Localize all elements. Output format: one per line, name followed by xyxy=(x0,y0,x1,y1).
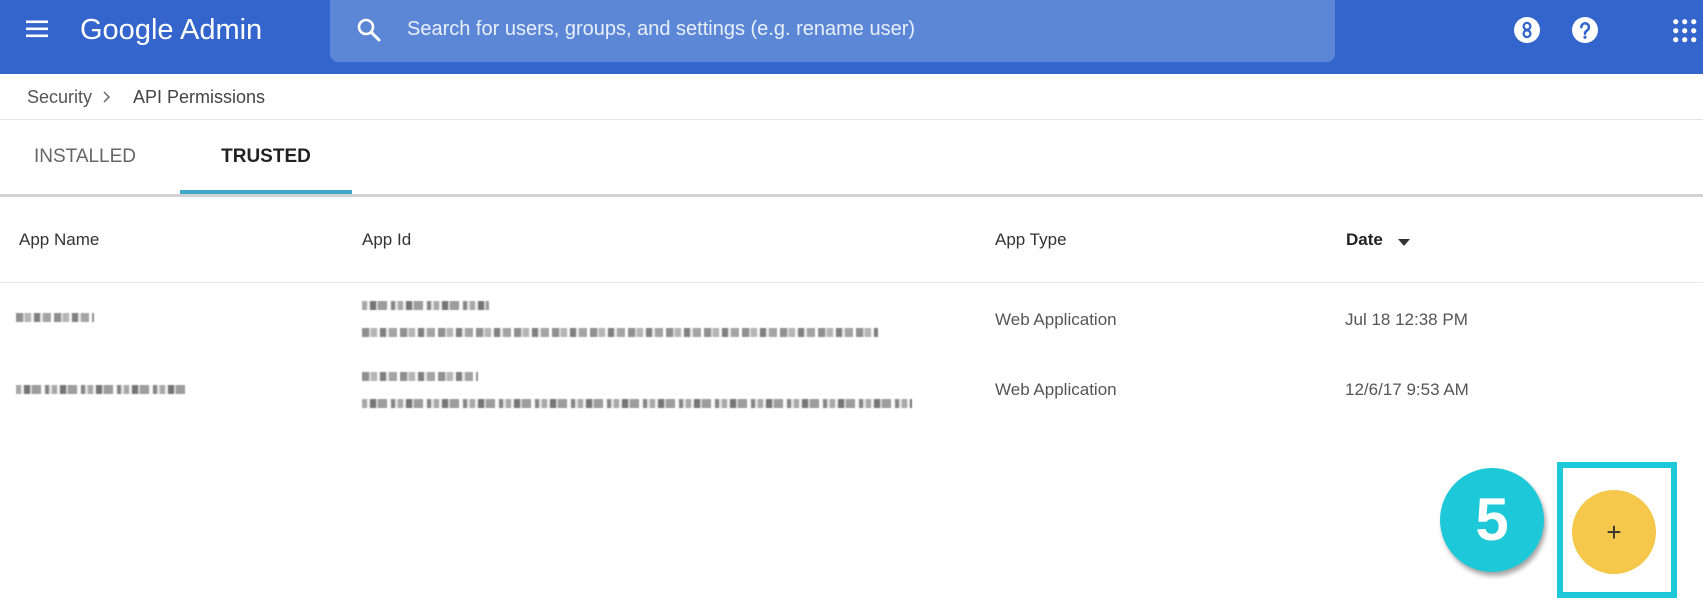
breadcrumb-link-security[interactable]: Security xyxy=(27,86,92,108)
date-cell: 12/6/17 9:53 AM xyxy=(1345,380,1469,399)
redacted-app-name xyxy=(16,385,186,394)
redacted-app-id xyxy=(362,399,912,408)
app-title[interactable]: Google Admin xyxy=(80,13,262,47)
tab-installed[interactable]: INSTALLED xyxy=(0,120,170,194)
apps-grid-icon[interactable] xyxy=(1673,19,1697,43)
redacted-app-id xyxy=(362,328,878,337)
help-icon[interactable] xyxy=(1572,17,1598,43)
tab-trusted[interactable]: TRUSTED xyxy=(180,120,352,194)
column-header-app-type[interactable]: App Type xyxy=(995,229,1067,251)
date-cell: Jul 18 12:38 PM xyxy=(1345,310,1468,329)
column-header-app-id[interactable]: App Id xyxy=(362,229,411,251)
app-type-cell: Web Application xyxy=(995,310,1117,329)
column-header-app-name[interactable]: App Name xyxy=(19,229,99,251)
sort-descending-icon[interactable] xyxy=(1398,239,1410,246)
hamburger-menu-icon[interactable] xyxy=(26,20,48,38)
step-number-badge: 5 xyxy=(1440,468,1544,572)
top-app-bar: Google Admin xyxy=(0,0,1703,74)
redacted-app-id xyxy=(362,301,489,310)
add-icon[interactable]: + xyxy=(1572,490,1656,574)
chevron-right-icon xyxy=(102,90,112,104)
table-header: App Name App Id App Type Date xyxy=(0,197,1703,283)
column-header-date[interactable]: Date xyxy=(1346,229,1383,251)
redacted-app-name xyxy=(16,313,94,322)
search-input[interactable] xyxy=(405,11,1305,47)
search-bar[interactable] xyxy=(330,0,1335,62)
search-icon[interactable] xyxy=(356,17,382,43)
hourglass-icon[interactable] xyxy=(1514,17,1540,43)
app-type-cell: Web Application xyxy=(995,380,1117,399)
redacted-app-id xyxy=(362,372,478,381)
active-tab-indicator xyxy=(180,190,352,194)
breadcrumb: Security API Permissions xyxy=(0,74,1703,120)
table-row[interactable]: Web Application 12/6/17 9:53 AM xyxy=(0,353,1703,423)
table-row[interactable]: Web Application Jul 18 12:38 PM xyxy=(0,283,1703,353)
breadcrumb-current-page: API Permissions xyxy=(133,87,266,107)
